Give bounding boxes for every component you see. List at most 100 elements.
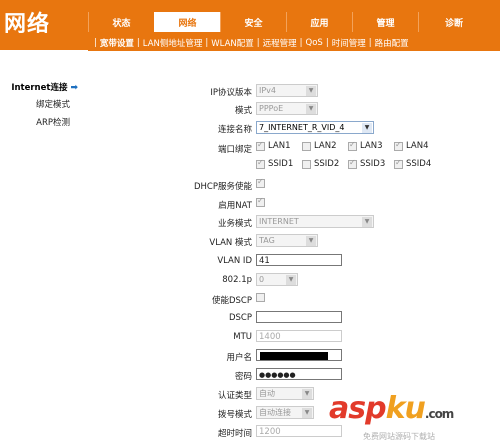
- port-ssid2-label: SSID2: [314, 159, 340, 169]
- service-mode-label: 业务模式: [217, 219, 252, 229]
- tab-network[interactable]: 网络: [154, 12, 220, 32]
- dial-mode-select[interactable]: 自动连接 ▼: [256, 406, 314, 419]
- ip-version-select[interactable]: IPv4 ▼: [256, 84, 318, 97]
- service-mode-value: INTERNET: [259, 217, 299, 226]
- port-lan4[interactable]: LAN4: [394, 140, 440, 151]
- mode-label: 模式: [234, 106, 252, 116]
- dscp-enable-checkbox[interactable]: [256, 293, 265, 302]
- subnav-broadband[interactable]: 宽带设置: [97, 37, 137, 49]
- checkbox[interactable]: [302, 159, 311, 169]
- port-bind-group-lan: LAN1 LAN2 LAN3 LAN4: [256, 140, 440, 151]
- conn-name-select[interactable]: 7_INTERNET_R_VID_4 ▼: [256, 121, 374, 134]
- row-dscp: DSCP: [88, 311, 500, 327]
- service-mode-select[interactable]: INTERNET ▼: [256, 215, 374, 228]
- port-ssid1[interactable]: SSID1: [256, 158, 302, 169]
- checkbox[interactable]: [348, 158, 357, 169]
- ip-version-label: IP协议版本: [210, 88, 252, 98]
- row-ip-version: IP协议版本 IPv4 ▼: [88, 84, 500, 100]
- port-bind-label: 端口绑定: [217, 145, 252, 155]
- tab-diagnosis[interactable]: 诊断: [418, 12, 489, 32]
- checkbox[interactable]: [302, 141, 311, 151]
- subnav-qos[interactable]: QoS: [303, 38, 326, 48]
- port-lan3[interactable]: LAN3: [348, 140, 394, 151]
- password-label: 密码: [234, 372, 252, 382]
- sidebar-item-bind-mode[interactable]: 绑定模式: [36, 98, 70, 110]
- chevron-down-icon: ▼: [362, 217, 372, 227]
- port-lan1[interactable]: LAN1: [256, 140, 302, 151]
- sidebar-item-internet[interactable]: Internet连接 ➡: [11, 81, 78, 93]
- tab-application[interactable]: 应用: [286, 12, 352, 32]
- chevron-down-icon: ▼: [302, 389, 312, 399]
- auth-type-label: 认证类型: [217, 391, 252, 401]
- timeout-label: 超时时间: [217, 429, 252, 439]
- subnav-remote[interactable]: 远程管理: [260, 37, 300, 49]
- watermark-tld: .com: [424, 407, 454, 421]
- row-8021p: 802.1p 0 ▼: [88, 273, 500, 289]
- auth-type-value: 自动: [259, 389, 275, 398]
- mtu-label: MTU: [233, 332, 252, 342]
- dhcp-checkbox[interactable]: [256, 177, 265, 188]
- checkbox[interactable]: [256, 158, 265, 169]
- password-input[interactable]: ●●●●●●: [256, 368, 342, 380]
- vlan-mode-label: VLAN 模式: [209, 238, 252, 248]
- port-lan2[interactable]: LAN2: [302, 141, 348, 151]
- p8021-label: 802.1p: [222, 275, 252, 285]
- watermark: aspku.com 免费网站源码下载站: [325, 391, 495, 445]
- p8021-select[interactable]: 0 ▼: [256, 273, 298, 286]
- vlan-id-input[interactable]: 41: [256, 254, 342, 266]
- dial-mode-value: 自动连接: [259, 408, 291, 417]
- tab-status[interactable]: 状态: [88, 12, 154, 32]
- sidebar-item-label: Internet连接: [11, 83, 68, 93]
- row-port-bind-1: 端口绑定 LAN1 LAN2 LAN3 LAN4: [88, 140, 500, 157]
- app-logo: 网络: [4, 11, 51, 37]
- port-ssid3[interactable]: SSID3: [348, 158, 394, 169]
- tab-management[interactable]: 管理: [352, 12, 418, 32]
- p8021-value: 0: [259, 275, 265, 284]
- row-username: 用户名: [88, 349, 500, 365]
- port-lan1-label: LAN1: [268, 141, 291, 151]
- port-ssid1-label: SSID1: [268, 159, 294, 169]
- port-ssid2[interactable]: SSID2: [302, 159, 348, 169]
- main-form: IP协议版本 IPv4 ▼ 模式 PPPoE ▼ 连接名称 7_INTERNET…: [88, 51, 500, 447]
- subnav-time[interactable]: 时间管理: [329, 37, 369, 49]
- dial-mode-label: 拨号模式: [217, 410, 252, 420]
- chevron-down-icon: ▼: [302, 408, 312, 418]
- username-input[interactable]: [256, 349, 342, 361]
- checkbox[interactable]: [256, 140, 265, 151]
- nat-checkbox[interactable]: [256, 196, 265, 207]
- checkbox[interactable]: [348, 140, 357, 151]
- sidebar: Internet连接 ➡ 绑定模式 ARP检测: [0, 50, 88, 447]
- tab-security[interactable]: 安全: [220, 12, 286, 32]
- dscp-input[interactable]: [256, 311, 342, 323]
- subnav-lan-address[interactable]: LAN侧地址管理: [140, 37, 206, 49]
- row-port-bind-2: SSID1 SSID2 SSID3 SSID4: [88, 158, 500, 175]
- chevron-down-icon: ▼: [286, 275, 296, 285]
- port-ssid4[interactable]: SSID4: [394, 158, 440, 169]
- sidebar-item-arp[interactable]: ARP检测: [36, 116, 70, 128]
- auth-type-select[interactable]: 自动 ▼: [256, 387, 314, 400]
- vlan-mode-select[interactable]: TAG ▼: [256, 234, 318, 247]
- nat-field: [256, 196, 265, 212]
- port-lan2-label: LAN2: [314, 141, 337, 151]
- row-dhcp: DHCP服务使能: [88, 177, 500, 194]
- mode-value: PPPoE: [259, 104, 284, 113]
- conn-name-label: 连接名称: [217, 125, 252, 135]
- vlan-mode-value: TAG: [259, 236, 275, 245]
- dhcp-field: [256, 177, 265, 193]
- mode-select[interactable]: PPPoE ▼: [256, 102, 318, 115]
- chevron-down-icon: ▼: [362, 123, 372, 133]
- port-ssid3-label: SSID3: [360, 159, 386, 169]
- row-service-mode: 业务模式 INTERNET ▼: [88, 215, 500, 231]
- subnav-routing[interactable]: 路由配置: [372, 37, 412, 49]
- conn-name-value: 7_INTERNET_R_VID_4: [259, 123, 345, 132]
- arrow-right-icon: ➡: [70, 83, 78, 93]
- mtu-input[interactable]: 1400: [256, 330, 342, 342]
- row-vlan-id: VLAN ID 41: [88, 254, 500, 270]
- subnav-wlan[interactable]: WLAN配置: [208, 37, 257, 49]
- chevron-down-icon: ▼: [306, 86, 316, 96]
- checkbox[interactable]: [394, 158, 403, 169]
- checkbox[interactable]: [394, 140, 403, 151]
- dhcp-label: DHCP服务使能: [194, 182, 252, 192]
- username-label: 用户名: [226, 353, 252, 363]
- watermark-logo: aspku.com: [329, 391, 454, 426]
